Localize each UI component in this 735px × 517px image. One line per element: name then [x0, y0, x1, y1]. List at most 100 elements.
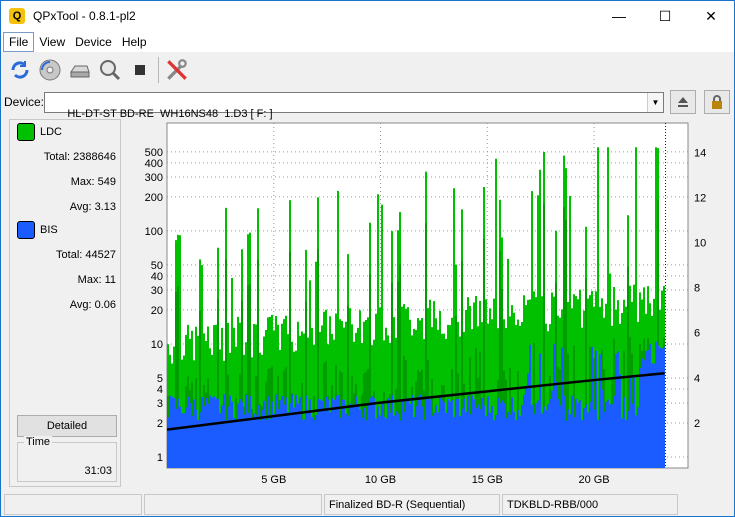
disc-scan-button[interactable] [35, 56, 65, 84]
bis-legend: BIS [17, 221, 58, 239]
close-icon: ✕ [705, 7, 717, 24]
y-right-tick-label: 10 [694, 238, 706, 250]
app-icon: Q [9, 8, 25, 24]
bis-total-label: Total: [56, 249, 83, 261]
y-left-tick-label: 10 [151, 339, 163, 351]
y-right-tick-label: 8 [694, 283, 700, 295]
x-tick-label: 20 GB [578, 474, 609, 486]
bis-total-value: 44527 [85, 249, 116, 261]
menu-device[interactable]: Device [70, 33, 117, 51]
toolbar-separator [158, 57, 159, 83]
ldc-max-label: Max: [70, 176, 95, 188]
maximize-button[interactable]: ☐ [642, 1, 688, 31]
bis-max-value: 11 [104, 274, 116, 286]
app-icon-letter: Q [12, 10, 22, 22]
close-button[interactable]: ✕ [688, 1, 734, 31]
bis-name: BIS [40, 224, 58, 236]
lock-icon [712, 95, 722, 109]
bis-max-label: Max: [77, 274, 102, 286]
device-bar: Device: HL-DT-ST BD-RE WH16NS48 1.D3 [ F… [1, 89, 734, 120]
bis-max: Max: 11 [78, 274, 116, 286]
ldc-name: LDC [40, 126, 63, 138]
status-media-id: TDKBLD-RBB/000 [502, 494, 678, 515]
y-left-tick-label: 300 [145, 172, 163, 184]
ldc-swatch [17, 123, 35, 141]
y-left-tick-label: 5 [157, 373, 163, 385]
device-label: Device: [4, 95, 45, 109]
y-left-tick-label: 30 [151, 285, 163, 297]
y-right-tick-label: 12 [694, 192, 706, 204]
refresh-button[interactable] [5, 56, 35, 84]
tools-icon [167, 59, 187, 80]
bis-total: Total: 44527 [56, 249, 116, 261]
menu-bar: File View Device Help [1, 31, 734, 52]
ldc-avg: Avg: 3.13 [70, 201, 116, 213]
chevron-down-icon[interactable]: ▼ [647, 93, 663, 112]
time-value: 31:03 [84, 465, 112, 477]
device-select[interactable]: HL-DT-ST BD-RE WH16NS48 1.D3 [ F: ] ▼ [44, 92, 664, 120]
detailed-button[interactable]: Detailed [17, 415, 117, 437]
y-left-tick-label: 2 [157, 418, 163, 430]
ldc-max: Max: 549 [71, 176, 116, 188]
y-left-tick-label: 400 [145, 158, 163, 170]
ldc-legend: LDC [17, 123, 62, 141]
bis-avg-label: Avg: [69, 299, 92, 311]
ldc-total-value: 2388646 [73, 151, 116, 163]
bis-avg-value: 0.06 [94, 299, 116, 311]
toolbar [1, 53, 734, 87]
time-label: Time [24, 436, 53, 448]
status-media: Finalized BD-R (Sequential) [324, 494, 500, 515]
refresh-icon [11, 61, 29, 79]
zoom-button[interactable] [95, 56, 125, 84]
status-bar: Finalized BD-R (Sequential) TDKBLD-RBB/0… [1, 494, 734, 516]
window-title: QPxTool - 0.8.1-pl2 [33, 9, 136, 23]
menu-help[interactable]: Help [117, 33, 152, 51]
y-left-tick-label: 100 [145, 226, 163, 238]
y-left-tick-label: 200 [145, 192, 163, 204]
y-left-tick-label: 500 [145, 147, 163, 159]
x-tick-label: 15 GB [472, 474, 503, 486]
y-right-tick-label: 6 [694, 328, 700, 340]
disc-scan-icon [39, 59, 61, 81]
ldc-avg-label: Avg: [69, 201, 92, 213]
ldc-total-label: Total: [43, 151, 71, 163]
stop-button[interactable] [125, 56, 155, 84]
y-right-tick-label: 4 [694, 373, 700, 385]
eject-icon [678, 97, 688, 107]
minimize-button[interactable]: — [596, 1, 642, 31]
quality-chart: 1234510203040501002003004005002468101214… [145, 122, 706, 486]
y-left-tick-label: 40 [151, 271, 163, 283]
stop-icon [135, 65, 145, 75]
zoom-icon [100, 60, 121, 81]
ldc-max-value: 549 [97, 176, 116, 188]
lock-button[interactable] [704, 90, 730, 114]
x-tick-label: 5 GB [261, 474, 286, 486]
bis-swatch [17, 221, 35, 239]
menu-view[interactable]: View [34, 33, 70, 51]
maximize-icon: ☐ [658, 7, 672, 24]
status-cell-1 [4, 494, 142, 515]
bis-avg: Avg: 0.06 [70, 299, 116, 311]
menu-file[interactable]: File [3, 31, 35, 52]
y-left-tick-label: 3 [157, 398, 163, 410]
y-left-tick-label: 50 [151, 260, 163, 272]
tools-button[interactable] [162, 56, 192, 84]
y-left-tick-label: 4 [157, 384, 163, 396]
y-right-tick-label: 14 [694, 147, 706, 159]
stats-panel: LDC Total: 2388646 Max: 549 Avg: 3.13 BI… [9, 119, 121, 487]
y-right-tick-label: 2 [694, 418, 700, 430]
drive-button[interactable] [65, 56, 95, 84]
time-group: Time 31:03 [17, 436, 117, 482]
y-left-tick-label: 1 [157, 452, 163, 464]
drive-icon [70, 65, 90, 78]
chart-area: 1 2 3 4 5 10 20 30 40 50 100 200 300 400 500 2 4 6 8 10 12 14… [123, 119, 733, 489]
x-tick-label: 10 GB [365, 474, 396, 486]
ldc-avg-value: 3.13 [94, 201, 116, 213]
eject-button[interactable] [670, 90, 696, 114]
app-window: Q QPxTool - 0.8.1-pl2 — ☐ ✕ File View De… [0, 0, 735, 517]
status-cell-2 [144, 494, 322, 515]
y-left-tick-label: 20 [151, 305, 163, 317]
title-bar[interactable]: Q QPxTool - 0.8.1-pl2 — ☐ ✕ [1, 1, 734, 31]
ldc-total: Total: 2388646 [44, 151, 116, 163]
minimize-icon: — [612, 8, 626, 24]
